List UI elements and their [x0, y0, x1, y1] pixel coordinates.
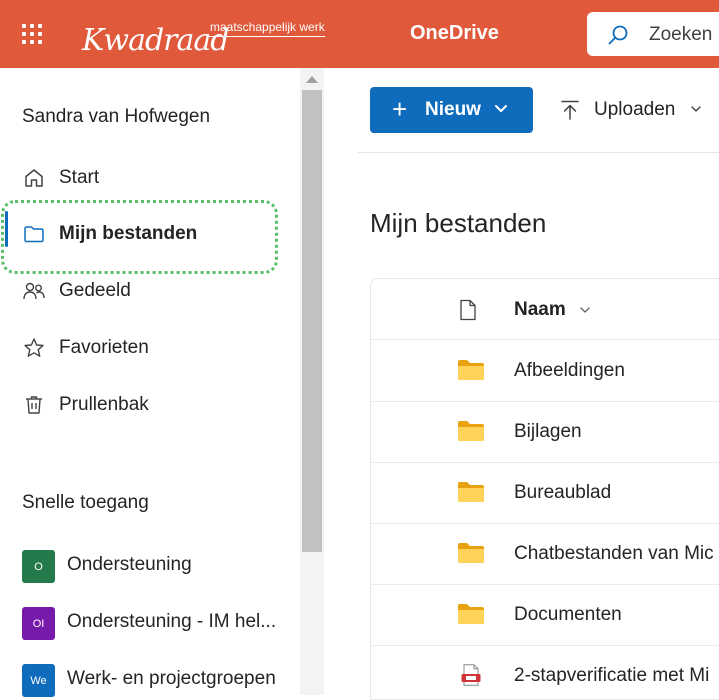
- quick-access-label: Werk- en projectgroepen: [67, 668, 276, 689]
- nav-item-gedeeld[interactable]: Gedeeld: [0, 271, 300, 311]
- quick-access-item[interactable]: OI Ondersteuning - IM hel...: [0, 601, 300, 641]
- quick-access-title: Snelle toegang: [22, 492, 149, 513]
- file-row[interactable]: Bureaublad: [371, 462, 719, 524]
- trash-icon: [26, 396, 42, 414]
- file-type-header-icon[interactable]: [459, 299, 477, 321]
- search-input[interactable]: Zoeken: [649, 24, 712, 46]
- nav-item-prullenbak[interactable]: Prullenbak: [0, 385, 300, 425]
- file-list: Naam Afbeeldingen Bijlagen Bureaublad Ch…: [370, 278, 719, 700]
- sidebar: Sandra van Hofwegen Start Mijn bestanden…: [0, 68, 300, 698]
- file-name[interactable]: Documenten: [514, 604, 622, 626]
- site-badge: We: [22, 664, 55, 697]
- file-row[interactable]: Bijlagen: [371, 401, 719, 463]
- file-name[interactable]: Bureaublad: [514, 482, 611, 504]
- quick-access-item[interactable]: We Werk- en projectgroepen: [0, 658, 300, 698]
- file-row[interactable]: Documenten: [371, 584, 719, 646]
- page-title: Mijn bestanden: [370, 208, 547, 238]
- nav-label: Gedeeld: [59, 280, 131, 301]
- company-logo[interactable]: Kwadraad maatschappelijk werk: [82, 16, 325, 58]
- logo-wordmark: Kwadraad: [82, 23, 229, 58]
- folder-icon: [458, 543, 484, 563]
- upload-button[interactable]: Uploaden: [556, 87, 719, 133]
- file-row[interactable]: Chatbestanden van Mic: [371, 523, 719, 585]
- people-icon: [23, 282, 45, 300]
- app-launcher-icon[interactable]: [22, 24, 42, 44]
- folder-icon: [458, 360, 484, 380]
- file-name[interactable]: Bijlagen: [514, 421, 582, 443]
- site-badge: O: [22, 550, 55, 583]
- file-name[interactable]: Chatbestanden van Mic: [514, 543, 714, 565]
- highlight-annotation: [1, 200, 278, 274]
- plus-icon: +: [392, 94, 408, 124]
- star-icon: [24, 338, 44, 357]
- new-button[interactable]: + Nieuw: [370, 87, 533, 133]
- main-content: + Nieuw Uploaden Mijn bestanden Naam Afb…: [324, 68, 719, 700]
- upload-button-label: Uploaden: [594, 99, 676, 120]
- nav-label: Favorieten: [59, 337, 149, 358]
- quick-access-label: Ondersteuning: [67, 554, 192, 575]
- quick-access-item[interactable]: O Ondersteuning: [0, 544, 300, 584]
- scrollbar-thumb[interactable]: [302, 90, 322, 552]
- file-name[interactable]: 2-stapverificatie met Mi: [514, 665, 709, 687]
- nav-item-favorieten[interactable]: Favorieten: [0, 328, 300, 368]
- folder-icon: [458, 482, 484, 502]
- chevron-down-icon: [495, 105, 507, 112]
- nav-item-start[interactable]: Start: [0, 158, 300, 198]
- site-badge: OI: [22, 607, 55, 640]
- scroll-up-arrow-icon[interactable]: [306, 76, 318, 83]
- list-header: Naam: [371, 279, 719, 340]
- nav-label: Prullenbak: [59, 394, 149, 415]
- search-icon: [608, 25, 628, 45]
- chevron-down-icon: [691, 106, 701, 112]
- folder-icon: [458, 604, 484, 624]
- home-icon: [25, 169, 43, 187]
- quick-access-label: Ondersteuning - IM hel...: [67, 611, 277, 632]
- folder-icon: [458, 421, 484, 441]
- search-box[interactable]: Zoeken: [587, 12, 719, 56]
- file-row[interactable]: 2-stapverificatie met Mi: [371, 645, 719, 699]
- app-title[interactable]: OneDrive: [410, 22, 499, 45]
- pdf-file-icon: [461, 664, 481, 686]
- toolbar-divider: [358, 152, 719, 153]
- file-row[interactable]: Afbeeldingen: [371, 340, 719, 402]
- new-button-label: Nieuw: [425, 99, 481, 120]
- sort-chevron-icon[interactable]: [579, 304, 591, 316]
- logo-subtitle: maatschappelijk werk: [208, 20, 325, 37]
- column-header-name[interactable]: Naam: [514, 299, 566, 321]
- nav-label: Start: [59, 167, 100, 188]
- file-name[interactable]: Afbeeldingen: [514, 360, 625, 382]
- upload-icon: [561, 100, 579, 120]
- user-name: Sandra van Hofwegen: [22, 106, 211, 127]
- app-header: Kwadraad maatschappelijk werk OneDrive Z…: [0, 0, 719, 68]
